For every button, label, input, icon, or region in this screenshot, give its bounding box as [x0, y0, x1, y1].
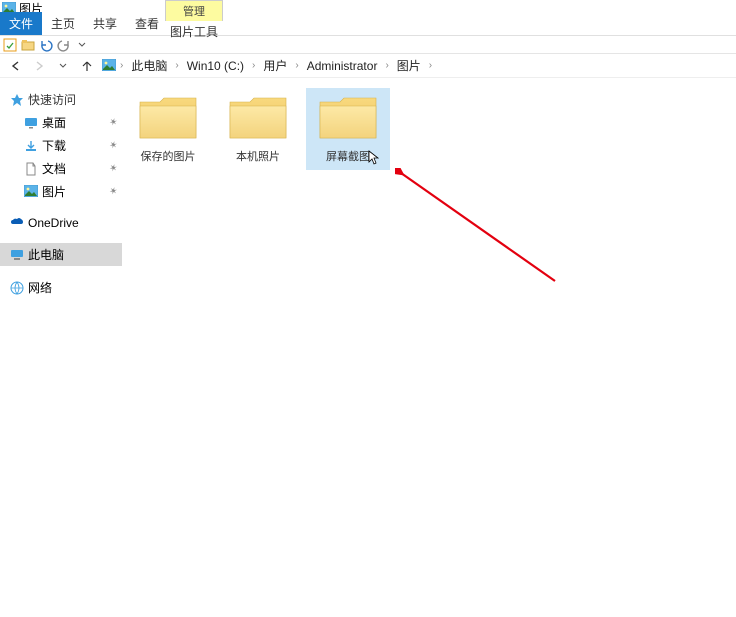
crumb-users[interactable]: 用户	[259, 55, 291, 76]
pictures-icon	[24, 185, 38, 199]
star-icon	[10, 93, 24, 107]
sidebar-item-desktop[interactable]: 桌面 ✶	[0, 111, 122, 134]
forward-button[interactable]	[30, 57, 48, 75]
chevron-right-icon[interactable]: ›	[427, 60, 434, 71]
navigation-bar: › 此电脑 › Win10 (C:) › 用户 › Administrator …	[0, 54, 736, 78]
chevron-right-icon[interactable]: ›	[118, 60, 125, 71]
chevron-right-icon[interactable]: ›	[250, 60, 257, 71]
chevron-right-icon[interactable]: ›	[293, 60, 300, 71]
sidebar-onedrive[interactable]: OneDrive	[0, 213, 122, 233]
pin-icon: ✶	[107, 185, 121, 199]
properties-icon[interactable]	[3, 38, 17, 52]
recent-dropdown-icon[interactable]	[54, 57, 72, 75]
network-icon	[10, 281, 24, 295]
breadcrumb[interactable]: › 此电脑 › Win10 (C:) › 用户 › Administrator …	[102, 55, 732, 76]
pin-icon: ✶	[107, 116, 121, 130]
sidebar-network[interactable]: 网络	[0, 276, 122, 299]
folder-icon	[136, 92, 200, 142]
back-button[interactable]	[6, 57, 24, 75]
crumb-pictures[interactable]: 图片	[393, 55, 425, 76]
desktop-icon	[24, 116, 38, 130]
tree-sidebar: 快速访问 桌面 ✶ 下载 ✶ 文档 ✶ 图片 ✶ OneDrive 此电脑	[0, 78, 122, 617]
location-icon	[102, 59, 116, 73]
pin-icon: ✶	[107, 139, 121, 153]
contextual-tab-header: 管理	[165, 0, 223, 21]
crumb-drive[interactable]: Win10 (C:)	[183, 57, 248, 75]
chevron-right-icon[interactable]: ›	[383, 60, 390, 71]
folder-icon	[226, 92, 290, 142]
qat-dropdown-icon[interactable]	[75, 38, 89, 52]
new-folder-icon[interactable]	[21, 38, 35, 52]
sidebar-this-pc[interactable]: 此电脑	[0, 243, 122, 266]
undo-icon[interactable]	[39, 38, 53, 52]
sidebar-quick-access[interactable]: 快速访问	[0, 88, 122, 111]
tab-picture-tools[interactable]: 图片工具	[165, 21, 223, 42]
folder-camera-roll[interactable]: 本机照片	[216, 88, 300, 170]
quick-access-toolbar	[0, 36, 736, 54]
sidebar-item-pictures[interactable]: 图片 ✶	[0, 180, 122, 203]
crumb-admin[interactable]: Administrator	[303, 57, 382, 75]
tab-file[interactable]: 文件	[0, 12, 42, 35]
sidebar-item-documents[interactable]: 文档 ✶	[0, 157, 122, 180]
ribbon-tabs: 文件 主页 共享 查看	[0, 17, 736, 36]
tab-home[interactable]: 主页	[42, 12, 84, 35]
folder-screenshots[interactable]: 屏幕截图	[306, 88, 390, 170]
document-icon	[24, 162, 38, 176]
redo-icon[interactable]	[57, 38, 71, 52]
computer-icon	[10, 248, 24, 262]
chevron-right-icon[interactable]: ›	[173, 60, 180, 71]
folder-saved-pictures[interactable]: 保存的图片	[126, 88, 210, 170]
onedrive-icon	[10, 216, 24, 230]
download-icon	[24, 139, 38, 153]
contextual-tab-group: 管理 图片工具	[165, 0, 223, 42]
sidebar-quick-access-label: 快速访问	[28, 91, 76, 108]
tab-share[interactable]: 共享	[84, 12, 126, 35]
sidebar-item-downloads[interactable]: 下载 ✶	[0, 134, 122, 157]
pin-icon: ✶	[107, 162, 121, 176]
folder-view[interactable]: 保存的图片 本机照片 屏幕截图	[122, 78, 736, 617]
up-button[interactable]	[78, 57, 96, 75]
folder-icon	[316, 92, 380, 142]
crumb-this-pc[interactable]: 此电脑	[127, 55, 171, 76]
tab-view[interactable]: 查看	[126, 12, 168, 35]
